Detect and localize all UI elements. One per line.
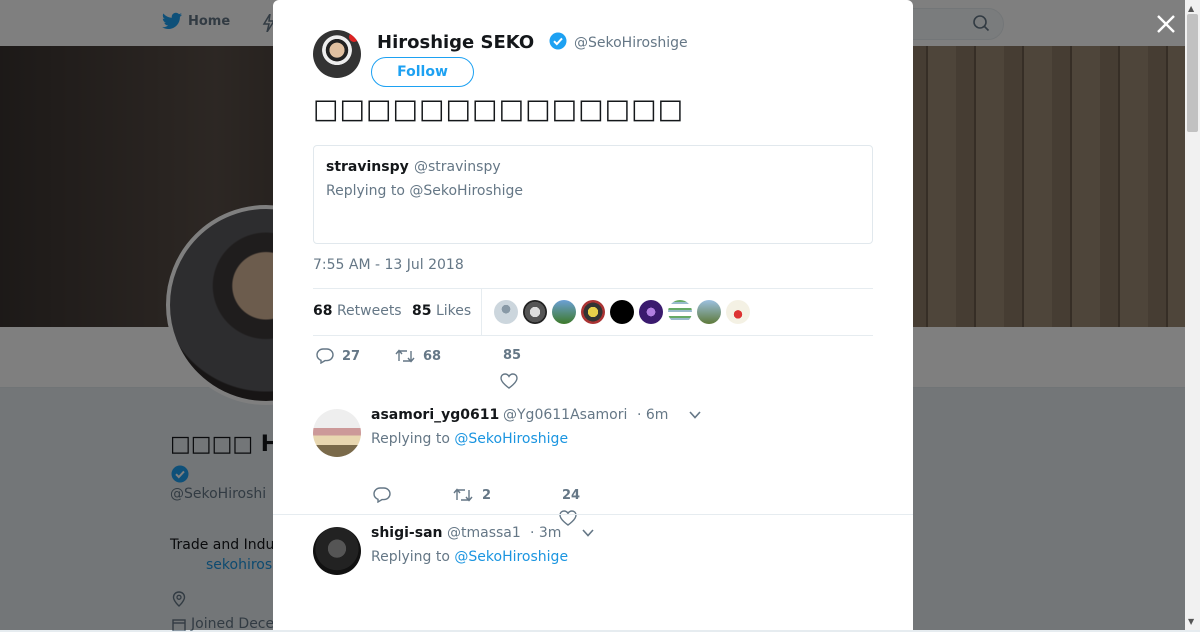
quoted-tweet-replying: Replying to @SekoHiroshige [326, 183, 524, 199]
scroll-up-arrow[interactable]: ▲ [1188, 4, 1194, 13]
tweet-actions: 27 68 85 [313, 348, 873, 389]
reply-replying-to: Replying to @SekoHiroshige [371, 549, 568, 565]
reply-icon [316, 348, 334, 364]
tweet-author-handle[interactable]: @SekoHiroshige [574, 35, 688, 51]
quoted-tweet-name: stravinspy [326, 159, 409, 175]
liker-avatar[interactable] [726, 300, 750, 324]
tweet-modal: Hiroshige SEKO @SekoHiroshige Follow □□□… [273, 0, 913, 630]
tweet-timestamp[interactable]: 7:55 AM - 13 Jul 2018 [313, 257, 464, 273]
reply-author-avatar[interactable] [313, 409, 361, 457]
verified-badge-icon [549, 32, 567, 50]
reply-retweet-count: 2 [482, 488, 492, 503]
reply-mention-link[interactable]: @SekoHiroshige [454, 549, 568, 565]
liker-avatar[interactable] [639, 300, 663, 324]
like-count: 85 [503, 348, 522, 363]
caret-down-icon[interactable] [689, 411, 701, 419]
reply-tweet[interactable]: shigi-san @tmassa1 · 3m Replying to @Sek… [313, 525, 873, 607]
quoted-tweet-handle: @stravinspy [414, 159, 501, 175]
retweet-icon [395, 349, 415, 363]
liker-avatar[interactable] [552, 300, 576, 324]
likes-count: 85 [412, 303, 432, 319]
page-scrollbar[interactable]: ▲ ▼ [1185, 0, 1200, 630]
liker-avatar[interactable] [610, 300, 634, 324]
likes-stat[interactable]: 85 Likes [412, 303, 471, 319]
reply-replying-to: Replying to @SekoHiroshige [371, 431, 568, 447]
likes-label: Likes [435, 303, 472, 319]
liker-avatar[interactable] [494, 300, 518, 324]
caret-down-icon[interactable] [582, 529, 594, 537]
reply-action[interactable]: 27 [316, 348, 360, 364]
follow-button[interactable]: Follow [371, 57, 474, 87]
tweet-author-name[interactable]: Hiroshige SEKO [377, 32, 534, 53]
reply-tweet[interactable]: asamori_yg0611 @Yg0611Asamori · 6m Reply… [313, 407, 873, 526]
reply-time[interactable]: · 3m [530, 525, 561, 541]
reply-replying-prefix: Replying to [371, 549, 450, 565]
reply-like-count: 24 [562, 488, 581, 503]
reply-author-handle[interactable]: @Yg0611Asamori [503, 407, 627, 423]
reply-author-name[interactable]: asamori_yg0611 [371, 407, 499, 423]
retweets-stat[interactable]: 68 Retweets [313, 303, 402, 319]
close-icon[interactable] [1154, 12, 1178, 36]
tweet-author-avatar[interactable] [313, 30, 361, 78]
retweet-action[interactable]: 68 [395, 348, 441, 364]
heart-icon[interactable] [559, 510, 577, 526]
retweets-label: Retweets [336, 303, 402, 319]
stats-divider [481, 289, 482, 335]
liker-avatar[interactable] [581, 300, 605, 324]
retweet-icon[interactable] [453, 487, 473, 503]
reply-count: 27 [342, 348, 361, 364]
reply-time[interactable]: · 6m [637, 407, 668, 423]
retweets-count: 68 [313, 303, 333, 319]
tweet-text: □□□□□□□□□□□□□□ [313, 94, 685, 125]
retweet-count: 68 [423, 348, 442, 364]
liker-avatar[interactable] [668, 300, 692, 324]
likers-avatars [494, 300, 750, 324]
heart-icon[interactable] [500, 373, 518, 389]
reply-divider [273, 514, 913, 515]
reply-replying-prefix: Replying to [371, 431, 450, 447]
scroll-down-arrow[interactable]: ▼ [1188, 617, 1194, 626]
reply-author-avatar[interactable] [313, 527, 361, 575]
reply-mention-link[interactable]: @SekoHiroshige [454, 431, 568, 447]
liker-avatar[interactable] [697, 300, 721, 324]
reply-icon[interactable] [373, 487, 391, 503]
liker-avatar[interactable] [523, 300, 547, 324]
reply-author-name[interactable]: shigi-san [371, 525, 442, 541]
like-action[interactable]: 85 [503, 348, 521, 363]
reply-author-handle[interactable]: @tmassa1 [447, 525, 521, 541]
scroll-thumb[interactable] [1187, 14, 1198, 132]
quoted-tweet[interactable]: stravinspy @stravinspy Replying to @Seko… [313, 145, 873, 244]
tweet-stats: 68 Retweets 85 Likes [313, 288, 873, 336]
